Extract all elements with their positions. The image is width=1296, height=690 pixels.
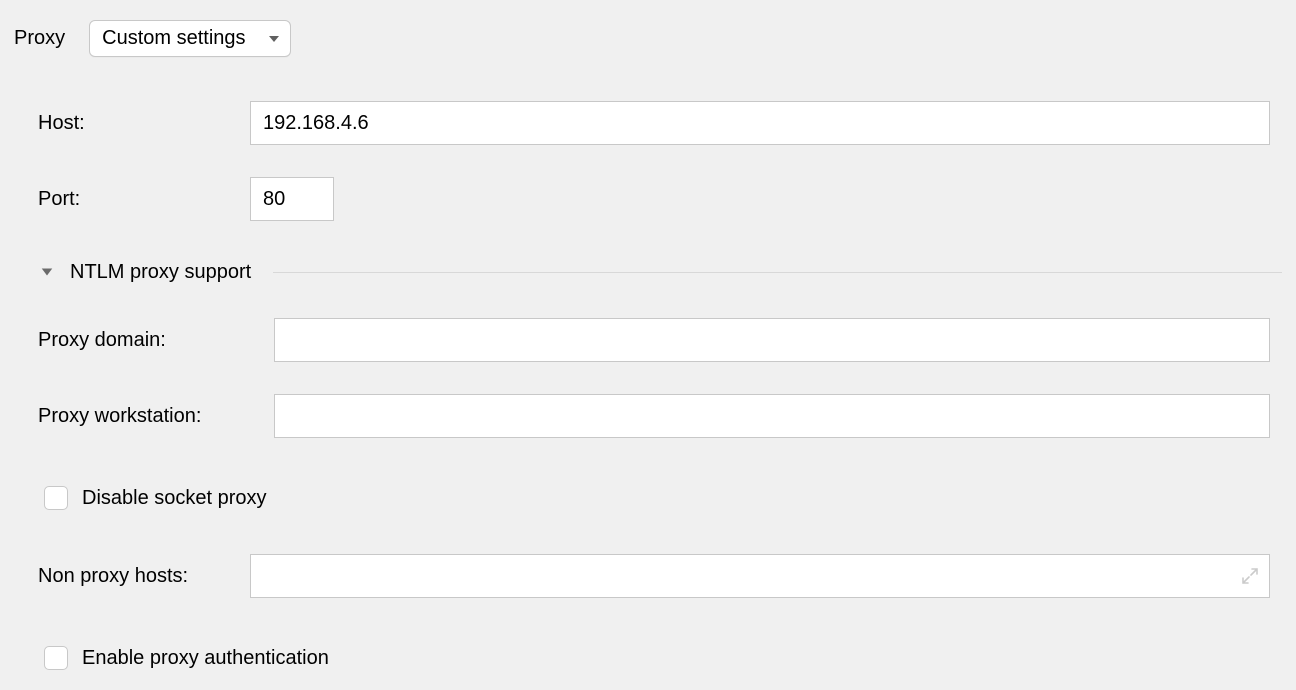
non-proxy-hosts-input[interactable]: [250, 554, 1270, 598]
proxy-label: Proxy: [14, 27, 65, 50]
proxy-domain-input[interactable]: [274, 318, 1270, 362]
proxy-domain-label: Proxy domain:: [14, 329, 274, 352]
divider: [273, 272, 1282, 273]
proxy-workstation-label: Proxy workstation:: [14, 405, 274, 428]
host-input[interactable]: [250, 101, 1270, 145]
proxy-mode-select[interactable]: Custom settings: [89, 20, 290, 57]
port-label: Port:: [14, 188, 250, 211]
ntlm-section-title: NTLM proxy support: [70, 261, 251, 284]
ntlm-section-header[interactable]: NTLM proxy support: [14, 261, 1282, 284]
chevron-down-icon: [266, 31, 282, 47]
proxy-workstation-input[interactable]: [274, 394, 1270, 438]
non-proxy-hosts-label: Non proxy hosts:: [14, 565, 250, 588]
host-label: Host:: [14, 112, 250, 135]
enable-auth-label: Enable proxy authentication: [82, 647, 329, 670]
triangle-down-icon: [40, 265, 56, 281]
expand-icon[interactable]: [1240, 566, 1260, 586]
proxy-mode-value: Custom settings: [102, 27, 245, 50]
enable-auth-checkbox[interactable]: [44, 646, 68, 670]
disable-socket-label: Disable socket proxy: [82, 487, 267, 510]
port-input[interactable]: [250, 177, 334, 221]
disable-socket-checkbox[interactable]: [44, 486, 68, 510]
